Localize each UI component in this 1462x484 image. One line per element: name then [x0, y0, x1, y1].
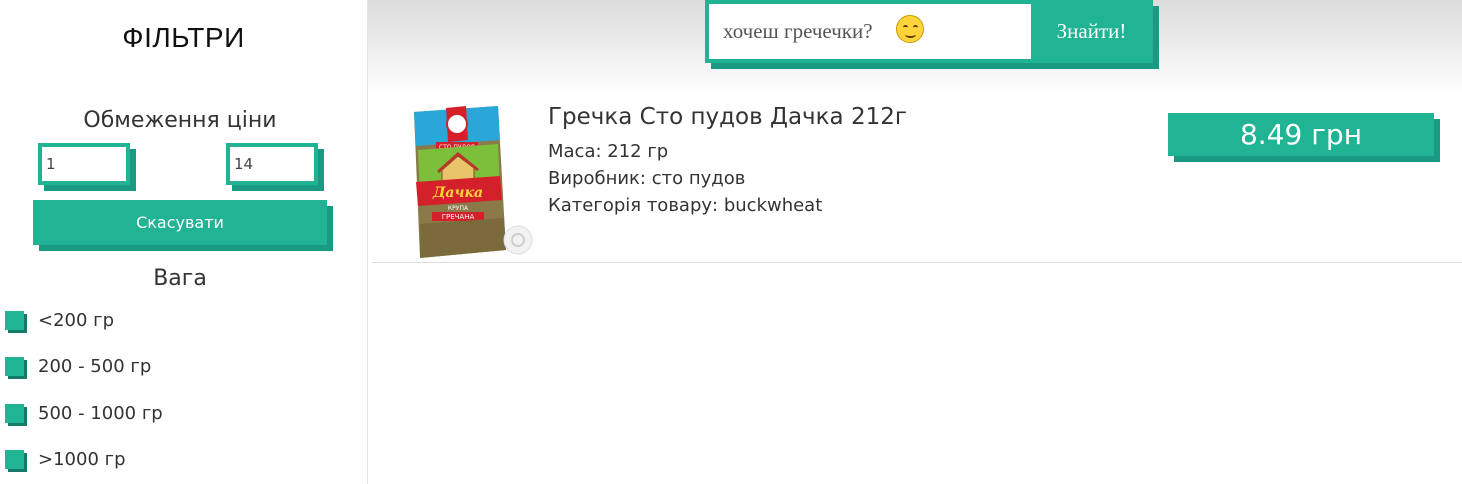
product-category: Категорія товару: buckwheat — [548, 195, 823, 216]
product-manufacturer: Виробник: сто пудов — [548, 168, 746, 189]
filters-title: ФІЛЬТРИ — [122, 22, 245, 53]
weight-option-label: 500 - 1000 гр — [38, 402, 163, 424]
product-image[interactable]: СТО ПУДОВ Дачка КРУПА ГРЕЧАНА — [406, 100, 536, 260]
weight-option-under-200[interactable]: <200 гр — [5, 308, 114, 332]
checkbox[interactable] — [5, 449, 24, 469]
package-subtitle-2: ГРЕЧАНА — [442, 213, 475, 221]
checkbox[interactable] — [5, 403, 24, 423]
package-subtitle-1: КРУПА — [448, 205, 469, 212]
weight-option-label: >1000 гр — [38, 448, 126, 470]
weight-option-200-500[interactable]: 200 - 500 гр — [5, 354, 151, 378]
checkbox[interactable] — [5, 310, 24, 330]
package-title: Дачка — [432, 185, 483, 201]
weight-option-500-1000[interactable]: 500 - 1000 гр — [5, 401, 163, 425]
checkbox[interactable] — [5, 356, 24, 376]
cancel-price-button[interactable]: Скасувати — [33, 200, 327, 245]
weight-filter-title: Вага — [153, 266, 207, 291]
weight-option-label: <200 гр — [38, 309, 115, 331]
search-button[interactable]: Знайти! — [1030, 0, 1153, 63]
product-name[interactable]: Гречка Сто пудов Дачка 212г — [548, 104, 907, 130]
smirk-face-icon — [896, 15, 924, 43]
weight-option-over-1000[interactable]: >1000 гр — [5, 447, 126, 471]
weight-option-label: 200 - 500 гр — [38, 355, 152, 377]
price-min-input[interactable] — [38, 143, 130, 185]
price-filter-title: Обмеження ціни — [83, 108, 277, 133]
filters-sidebar: ФІЛЬТРИ Обмеження ціни Скасувати Вага <2… — [0, 0, 368, 484]
product-mass: Маса: 212 гр — [548, 141, 669, 162]
search-input[interactable] — [709, 4, 1031, 59]
price-max-input[interactable] — [226, 143, 318, 185]
product-price[interactable]: 8.49 грн — [1168, 113, 1434, 156]
